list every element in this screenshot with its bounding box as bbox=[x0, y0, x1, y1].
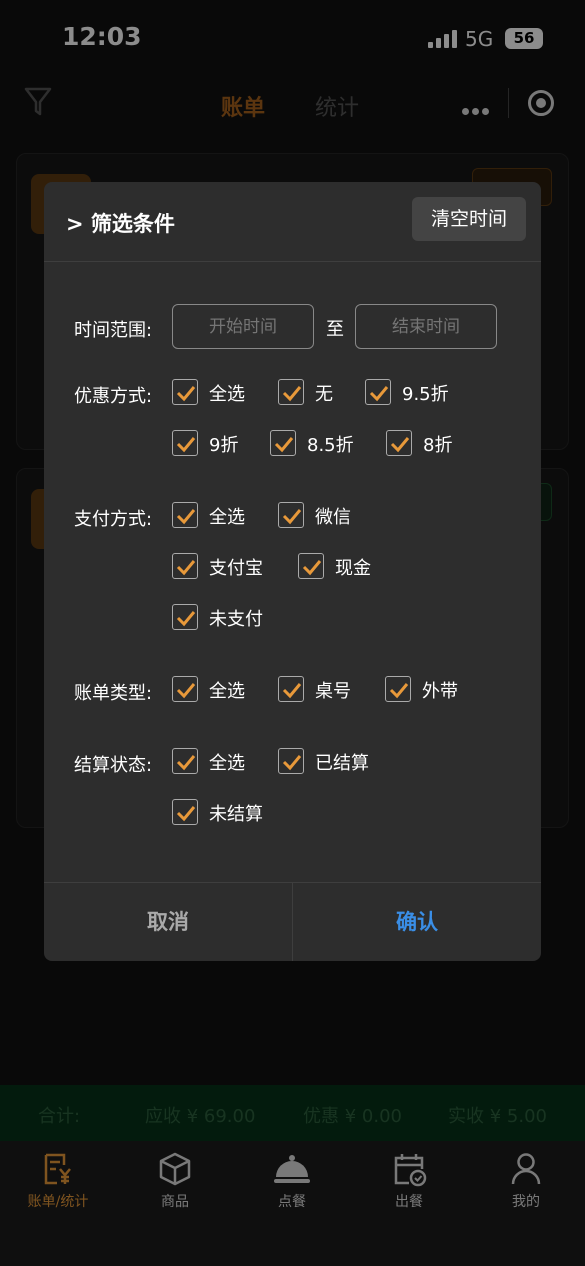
checkbox-checked-icon bbox=[172, 604, 198, 630]
checkbox-label: 现金 bbox=[335, 558, 371, 579]
cancel-button[interactable]: 取消 bbox=[44, 883, 292, 961]
clear-time-button[interactable]: 清空时间 bbox=[412, 197, 526, 241]
checkbox-label: 9折 bbox=[209, 435, 239, 456]
checkbox-checked-icon bbox=[172, 676, 198, 702]
checkbox-label: 全选 bbox=[209, 384, 245, 405]
checkbox-label: 全选 bbox=[209, 753, 245, 774]
checkbox-label: 8折 bbox=[423, 435, 453, 456]
checkbox-label: 桌号 bbox=[315, 681, 351, 702]
checkbox-checked-icon bbox=[172, 799, 198, 825]
checkbox-checked-icon bbox=[172, 553, 198, 579]
checkbox-label: 外带 bbox=[422, 681, 458, 702]
range-to-label: 至 bbox=[326, 319, 344, 340]
checkbox-checked-icon bbox=[172, 748, 198, 774]
checkbox-label: 全选 bbox=[209, 681, 245, 702]
checkbox-checked-icon bbox=[278, 676, 304, 702]
checkbox-label: 无 bbox=[315, 384, 333, 405]
payment-label: 支付方式: bbox=[74, 509, 153, 530]
checkbox-checked-icon bbox=[172, 430, 198, 456]
bill-type-label: 账单类型: bbox=[74, 683, 153, 704]
checkbox-label: 微信 bbox=[315, 507, 351, 528]
checkbox-checked-icon bbox=[172, 502, 198, 528]
confirm-button[interactable]: 确认 bbox=[293, 883, 541, 961]
start-time-input[interactable] bbox=[172, 304, 314, 349]
checkbox-checked-icon bbox=[386, 430, 412, 456]
filter-modal: > 筛选条件 清空时间 时间范围: 至 优惠方式: 全选 无 9.5折 9折 8… bbox=[44, 182, 541, 961]
checkbox-checked-icon bbox=[298, 553, 324, 579]
divider bbox=[44, 261, 541, 262]
checkbox-checked-icon bbox=[278, 748, 304, 774]
checkbox-label: 未结算 bbox=[209, 804, 263, 825]
checkbox-checked-icon bbox=[270, 430, 296, 456]
checkbox-checked-icon bbox=[172, 379, 198, 405]
checkbox-label: 9.5折 bbox=[402, 384, 449, 405]
time-range-label: 时间范围: bbox=[74, 320, 153, 341]
checkbox-label: 支付宝 bbox=[209, 558, 263, 579]
discount-label: 优惠方式: bbox=[74, 386, 153, 407]
checkbox-label: 未支付 bbox=[209, 609, 263, 630]
checkbox-checked-icon bbox=[385, 676, 411, 702]
checkbox-label: 全选 bbox=[209, 507, 245, 528]
checkbox-checked-icon bbox=[278, 379, 304, 405]
checkbox-checked-icon bbox=[365, 379, 391, 405]
modal-title: > 筛选条件 bbox=[66, 212, 175, 236]
end-time-input[interactable] bbox=[355, 304, 497, 349]
settle-status-label: 结算状态: bbox=[74, 755, 153, 776]
checkbox-label: 8.5折 bbox=[307, 435, 354, 456]
checkbox-checked-icon bbox=[278, 502, 304, 528]
checkbox-label: 已结算 bbox=[315, 753, 369, 774]
